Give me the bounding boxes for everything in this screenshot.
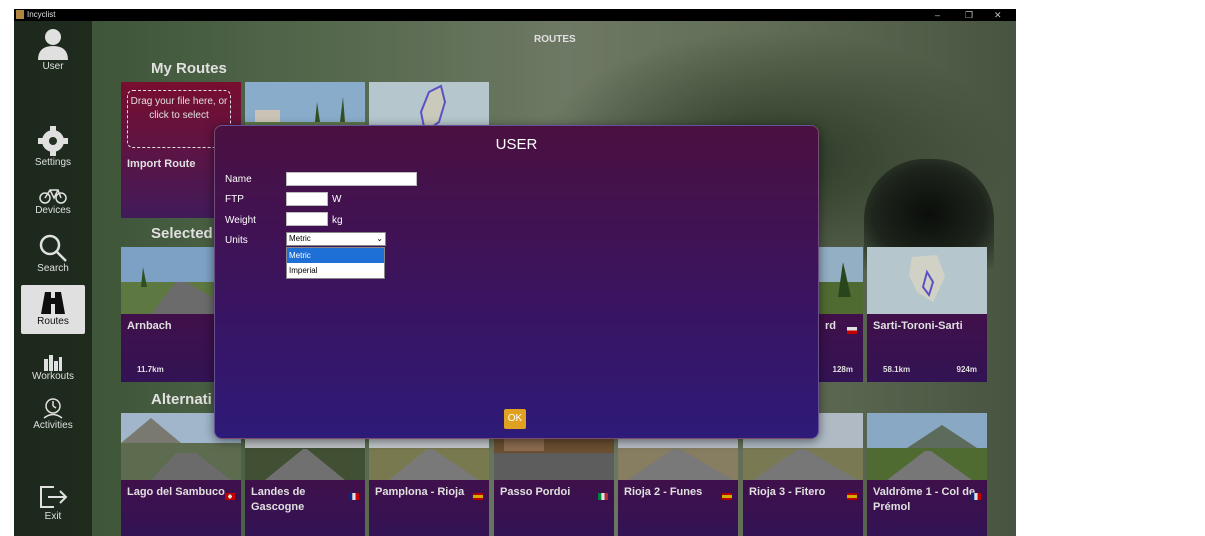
weight-input[interactable] xyxy=(286,212,328,226)
weight-unit: kg xyxy=(332,215,343,226)
user-dialog: USER Name FTP W Weight kg Units Metric ⌄… xyxy=(214,125,819,439)
units-option-imperial[interactable]: Imperial xyxy=(287,263,384,278)
app-window: Incyclist – ❐ ✕ User Settings Devices Se… xyxy=(14,9,1016,536)
ftp-label: FTP xyxy=(225,194,244,205)
name-label: Name xyxy=(225,174,252,185)
dialog-title: USER xyxy=(495,136,538,153)
ftp-unit: W xyxy=(332,194,342,205)
ftp-input[interactable] xyxy=(286,192,328,206)
weight-label: Weight xyxy=(225,215,256,226)
ok-button[interactable]: OK xyxy=(504,409,526,429)
units-select[interactable]: Metric ⌄ xyxy=(286,232,386,246)
chevron-down-icon: ⌄ xyxy=(376,234,383,243)
units-option-metric[interactable]: Metric xyxy=(287,248,384,263)
units-label: Units xyxy=(225,235,248,246)
name-input[interactable] xyxy=(286,172,417,186)
units-selected-value: Metric xyxy=(289,234,311,243)
units-dropdown: Metric Imperial xyxy=(286,247,385,279)
